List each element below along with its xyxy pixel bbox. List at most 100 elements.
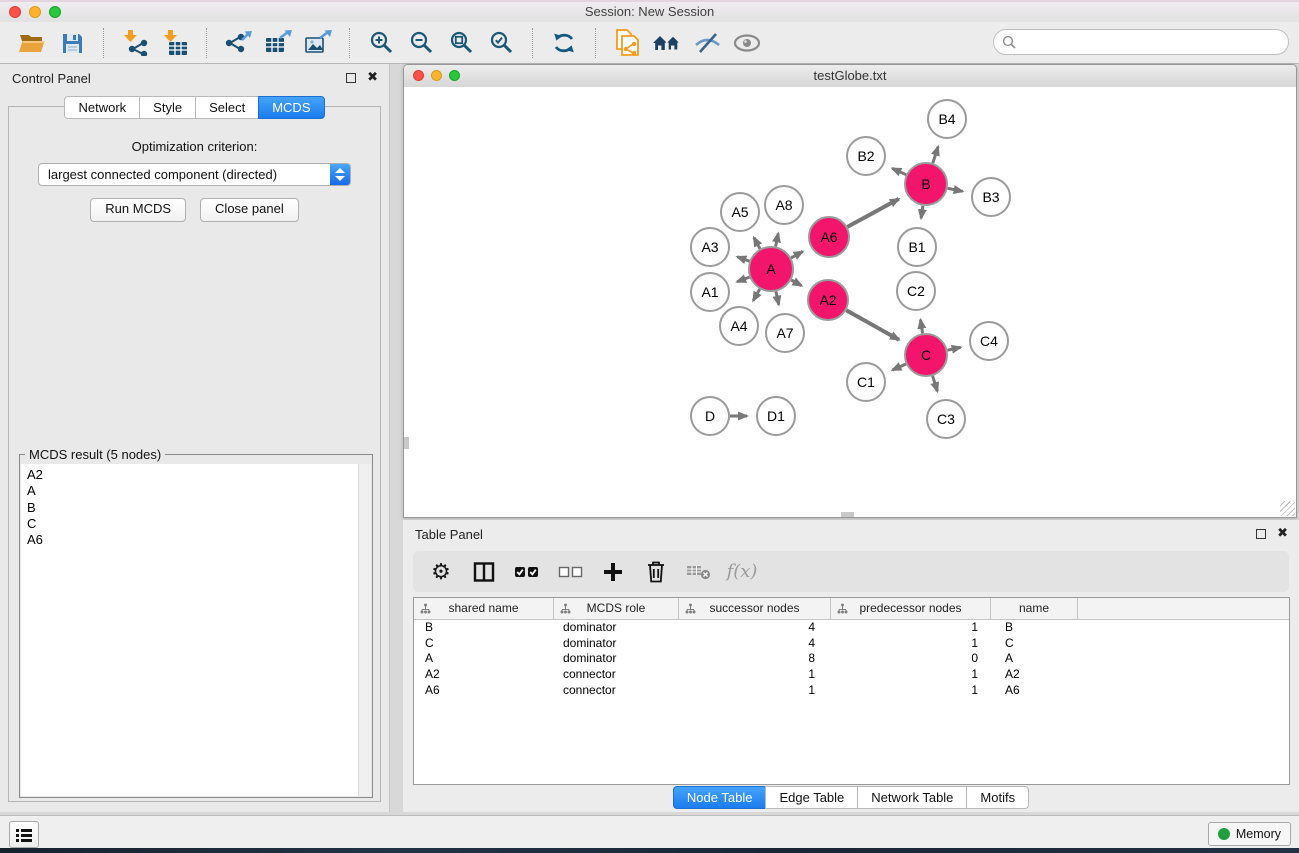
- deselect-all-checkboxes-icon[interactable]: [557, 557, 583, 587]
- graph-node-C2[interactable]: C2: [897, 272, 935, 310]
- column-browser-icon[interactable]: [471, 557, 497, 587]
- table-row[interactable]: A2connector11A2: [414, 667, 1289, 683]
- graph-edge[interactable]: [948, 188, 963, 191]
- float-table-panel-icon[interactable]: [1256, 529, 1266, 539]
- column-header-shared-name[interactable]: shared name: [414, 598, 554, 619]
- graph-edge[interactable]: [791, 252, 803, 258]
- graph-node-A4[interactable]: A4: [720, 307, 758, 345]
- column-header-name[interactable]: name: [991, 598, 1078, 619]
- zoom-fit-icon[interactable]: [441, 26, 481, 60]
- graph-edge[interactable]: [933, 147, 938, 164]
- graph-node-D[interactable]: D: [691, 397, 729, 435]
- result-item[interactable]: A6: [21, 532, 371, 548]
- graph-node-A6[interactable]: A6: [809, 217, 849, 257]
- graph-node-C[interactable]: C: [905, 334, 947, 376]
- mcds-result-list[interactable]: A2ABCA6: [21, 464, 371, 796]
- add-column-icon[interactable]: [600, 557, 626, 587]
- graph-node-A8[interactable]: A8: [765, 186, 803, 224]
- network-from-file-icon[interactable]: [607, 26, 647, 60]
- result-item[interactable]: B: [21, 500, 371, 516]
- network-window-titlebar[interactable]: testGlobe.txt: [404, 65, 1296, 88]
- column-header-mcds-role[interactable]: MCDS role: [554, 598, 679, 619]
- graph-node-C4[interactable]: C4: [970, 322, 1008, 360]
- import-table-icon[interactable]: [155, 26, 195, 60]
- select-all-checkboxes-icon[interactable]: [514, 557, 540, 587]
- graph-node-B1[interactable]: B1: [898, 228, 936, 266]
- run-mcds-button[interactable]: Run MCDS: [90, 198, 186, 222]
- graph-edge[interactable]: [846, 310, 899, 340]
- graph-edge[interactable]: [737, 277, 749, 282]
- result-item[interactable]: A: [21, 483, 371, 499]
- graph-edge[interactable]: [892, 168, 906, 174]
- hide-graphics-details-icon[interactable]: [687, 26, 727, 60]
- optimization-criterion-select[interactable]: largest connected component (directed): [38, 163, 351, 186]
- graph-edge[interactable]: [753, 289, 760, 301]
- result-scrollbar[interactable]: [358, 464, 371, 796]
- function-builder-icon[interactable]: f(x): [729, 557, 755, 587]
- graph-edge[interactable]: [948, 347, 961, 350]
- graph-node-A3[interactable]: A3: [691, 228, 729, 266]
- graph-edge[interactable]: [754, 238, 760, 249]
- close-panel-icon[interactable]: ✖: [367, 69, 378, 85]
- home-layout-icon[interactable]: [647, 26, 687, 60]
- table-row[interactable]: Bdominator41B: [414, 620, 1289, 636]
- column-header-predecessor-nodes[interactable]: predecessor nodes: [831, 598, 991, 619]
- close-table-panel-icon[interactable]: ✖: [1277, 525, 1288, 541]
- graph-edge[interactable]: [737, 257, 749, 261]
- column-header-successor-nodes[interactable]: successor nodes: [679, 598, 831, 619]
- show-graphics-details-icon[interactable]: [727, 26, 767, 60]
- graph-edge[interactable]: [921, 320, 923, 334]
- close-panel-button[interactable]: Close panel: [200, 198, 299, 222]
- network-canvas[interactable]: AA1A2A3A4A5A6A7A8BB1B2B3B4CC1C2C3C4DD1: [404, 87, 1296, 517]
- result-item[interactable]: C: [21, 516, 371, 532]
- tab-select[interactable]: Select: [195, 96, 259, 119]
- refresh-layout-icon[interactable]: [544, 26, 584, 60]
- graph-edge[interactable]: [892, 364, 906, 370]
- import-network-icon[interactable]: [115, 26, 155, 60]
- table-row[interactable]: Adominator80A: [414, 651, 1289, 667]
- graph-edge[interactable]: [933, 376, 938, 391]
- tab-style[interactable]: Style: [139, 96, 196, 119]
- graph-node-B4[interactable]: B4: [928, 100, 966, 138]
- tab-motifs[interactable]: Motifs: [966, 786, 1029, 809]
- table-row[interactable]: Cdominator41C: [414, 636, 1289, 652]
- graph-node-B3[interactable]: B3: [972, 178, 1010, 216]
- search-input[interactable]: [1021, 34, 1288, 51]
- delete-column-icon[interactable]: [643, 557, 669, 587]
- graph-node-B[interactable]: B: [905, 163, 947, 205]
- resize-grip[interactable]: [1280, 501, 1295, 516]
- search-field[interactable]: [993, 29, 1289, 55]
- graph-node-A2[interactable]: A2: [808, 280, 848, 320]
- delete-table-icon[interactable]: [686, 557, 712, 587]
- graph-node-C3[interactable]: C3: [927, 400, 965, 438]
- zoom-in-icon[interactable]: [361, 26, 401, 60]
- open-session-icon[interactable]: [12, 26, 52, 60]
- tab-network-table[interactable]: Network Table: [857, 786, 967, 809]
- table-row[interactable]: A6connector11A6: [414, 683, 1289, 699]
- settings-gear-icon[interactable]: ⚙: [428, 557, 454, 587]
- graph-node-A7[interactable]: A7: [766, 314, 804, 352]
- tab-edge-table[interactable]: Edge Table: [765, 786, 858, 809]
- export-table-icon[interactable]: [258, 26, 298, 60]
- save-session-icon[interactable]: [52, 26, 92, 60]
- graph-node-A[interactable]: A: [749, 247, 793, 291]
- float-panel-icon[interactable]: [346, 73, 356, 83]
- export-network-icon[interactable]: [218, 26, 258, 60]
- tab-node-table[interactable]: Node Table: [673, 786, 767, 809]
- vertical-scroll-thumb[interactable]: [404, 437, 409, 449]
- zoom-selected-icon[interactable]: [481, 26, 521, 60]
- graph-edge[interactable]: [791, 280, 801, 286]
- graph-edge[interactable]: [776, 233, 779, 246]
- graph-edge[interactable]: [776, 292, 779, 305]
- graph-node-A5[interactable]: A5: [721, 193, 759, 231]
- result-item[interactable]: A2: [21, 467, 371, 483]
- graph-edge[interactable]: [847, 199, 898, 227]
- horizontal-scroll-thumb[interactable]: [841, 512, 854, 517]
- graph-edge[interactable]: [921, 206, 923, 219]
- tab-network[interactable]: Network: [64, 96, 140, 119]
- export-image-icon[interactable]: [298, 26, 338, 60]
- task-history-button[interactable]: [9, 821, 39, 848]
- tab-mcds[interactable]: MCDS: [258, 96, 324, 119]
- graph-node-A1[interactable]: A1: [691, 273, 729, 311]
- graph-node-B2[interactable]: B2: [847, 137, 885, 175]
